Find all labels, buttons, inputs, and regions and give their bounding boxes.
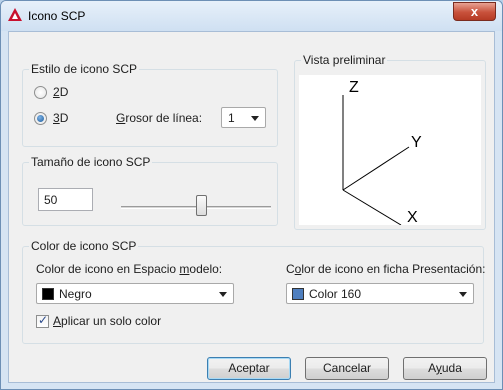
icon-style-group-label: Estilo de icono SCP xyxy=(29,62,140,76)
icon-size-input[interactable]: 50 xyxy=(38,188,93,211)
x-axis-label: X xyxy=(407,209,418,225)
help-button[interactable]: Ayuda xyxy=(403,357,487,380)
model-space-color-swatch xyxy=(42,288,54,300)
chevron-down-icon xyxy=(251,116,259,121)
single-color-checkbox[interactable]: ✓ xyxy=(36,313,49,328)
dialog-client-area: Estilo de icono SCP 2D 3D Grosor de líne… xyxy=(8,31,495,383)
preview-canvas: Z Y X xyxy=(299,75,481,226)
icon-size-value: 50 xyxy=(44,193,58,207)
line-weight-select[interactable]: 1 xyxy=(221,107,266,128)
radio-3d[interactable] xyxy=(34,112,47,125)
z-axis-label: Z xyxy=(349,79,359,96)
radio-2d-label[interactable]: 2D xyxy=(53,85,68,99)
single-color-label[interactable]: Aplicar un solo color xyxy=(53,314,161,328)
layout-tab-color-label: Color de icono en ficha Presentación: xyxy=(286,262,486,276)
chevron-down-icon xyxy=(219,292,227,297)
x-axis-line xyxy=(342,189,402,226)
autocad-app-icon xyxy=(8,8,22,21)
icon-color-group: Color de icono SCP Color de icono en Esp… xyxy=(22,239,486,344)
close-button[interactable]: x xyxy=(453,2,496,21)
icon-size-slider-thumb[interactable] xyxy=(196,195,207,216)
preview-group-label: Vista preliminar xyxy=(301,53,388,67)
chevron-down-icon xyxy=(459,292,467,297)
line-weight-value: 1 xyxy=(228,111,235,125)
close-icon: x xyxy=(470,4,479,19)
icon-size-group-label: Tamaño de icono SCP xyxy=(29,155,153,169)
title-bar[interactable]: Icono SCP x xyxy=(1,1,502,31)
radio-2d[interactable] xyxy=(34,86,47,99)
icon-size-group: Tamaño de icono SCP 50 xyxy=(22,155,278,226)
cancel-button[interactable]: Cancelar xyxy=(305,357,389,380)
icon-style-group: Estilo de icono SCP 2D 3D Grosor de líne… xyxy=(22,62,278,147)
ucs-icon-preview: Z Y X xyxy=(342,79,422,226)
model-space-color-label: Color de icono en Espacio modelo: xyxy=(36,262,223,276)
layout-tab-color-swatch xyxy=(292,288,304,300)
layout-tab-color-select[interactable]: Color 160 xyxy=(286,283,474,304)
ok-button[interactable]: Aceptar xyxy=(207,357,291,380)
preview-group: Vista preliminar Z Y X xyxy=(294,53,486,230)
y-axis-line xyxy=(342,146,410,191)
model-space-color-select[interactable]: Negro xyxy=(36,283,234,304)
icon-color-group-label: Color de icono SCP xyxy=(29,239,139,253)
checkmark-icon: ✓ xyxy=(38,313,49,327)
line-weight-label: Grosor de línea: xyxy=(116,111,203,125)
window-title: Icono SCP xyxy=(28,9,86,23)
radio-3d-label[interactable]: 3D xyxy=(53,111,68,125)
dialog-window: Icono SCP x Estilo de icono SCP 2D 3D Gr… xyxy=(0,0,503,390)
layout-tab-color-value: Color 160 xyxy=(309,287,362,301)
y-axis-label: Y xyxy=(411,134,422,151)
model-space-color-value: Negro xyxy=(59,287,92,301)
